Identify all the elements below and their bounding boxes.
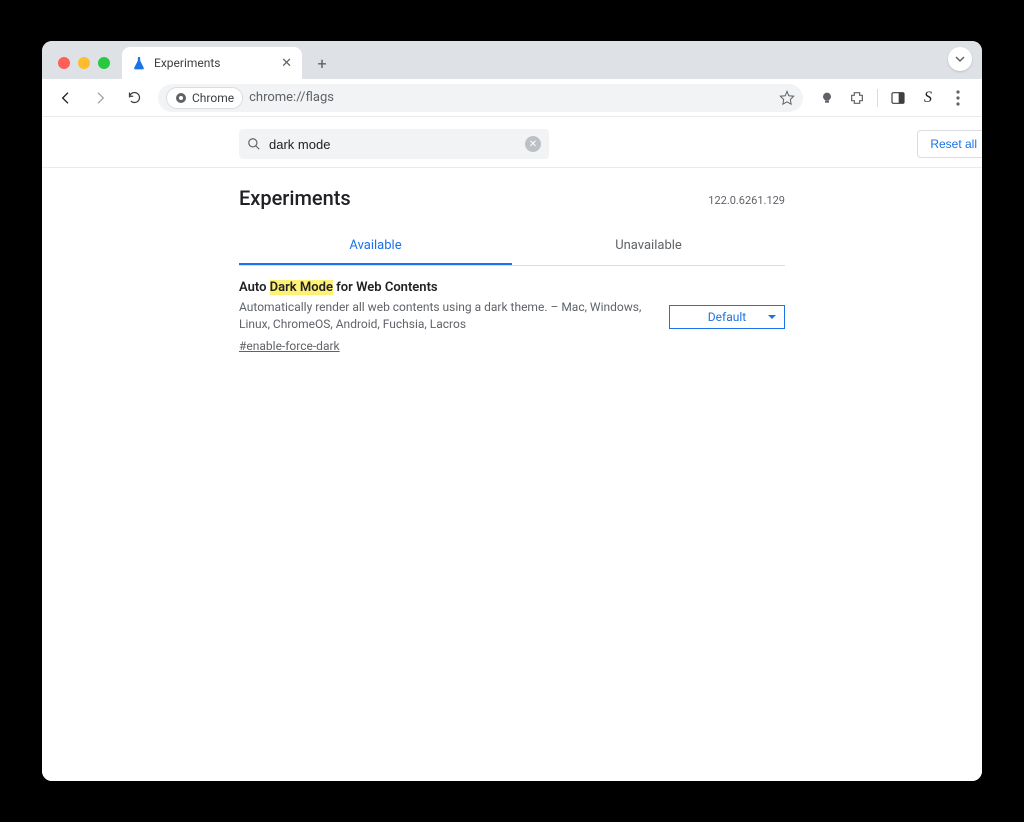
forward-button[interactable]	[86, 84, 114, 112]
bulb-icon[interactable]	[813, 84, 841, 112]
tab-available[interactable]: Available	[239, 228, 512, 265]
search-bar-region: ✕ Reset all	[42, 117, 982, 168]
main-region: 122.0.6261.129 Experiments Available Una…	[239, 186, 785, 368]
search-box[interactable]: ✕	[239, 129, 549, 159]
site-chip-label: Chrome	[192, 91, 234, 105]
experiment-control: Default	[669, 280, 785, 354]
search-input[interactable]	[269, 137, 517, 152]
tab-title: Experiments	[154, 56, 273, 70]
tab-strip: Experiments ✕ +	[42, 41, 982, 79]
experiment-hash-link[interactable]: #enable-force-dark	[239, 339, 340, 353]
browser-tab[interactable]: Experiments ✕	[122, 47, 302, 79]
page-title: Experiments	[239, 186, 785, 210]
browser-window: Experiments ✕ + Chrome chrome://flags	[42, 41, 982, 781]
extensions-icon[interactable]	[843, 84, 871, 112]
version-text: 122.0.6261.129	[708, 194, 785, 207]
kebab-menu-icon[interactable]	[944, 84, 972, 112]
reload-button[interactable]	[120, 84, 148, 112]
toolbar-right: S	[813, 84, 972, 112]
back-button[interactable]	[52, 84, 80, 112]
experiment-select[interactable]: Default	[669, 305, 785, 329]
minimize-window-button[interactable]	[78, 57, 90, 69]
separator	[877, 89, 878, 107]
highlight-text: Dark Mode	[270, 280, 333, 295]
flask-icon	[132, 56, 146, 70]
url-text: chrome://flags	[249, 90, 773, 105]
clear-search-button[interactable]: ✕	[525, 136, 541, 152]
chrome-icon	[175, 92, 187, 104]
site-chip[interactable]: Chrome	[166, 87, 243, 109]
bookmark-star-icon[interactable]	[779, 90, 795, 106]
search-icon	[247, 137, 261, 151]
side-panel-icon[interactable]	[884, 84, 912, 112]
header-row: 122.0.6261.129 Experiments	[239, 186, 785, 210]
page-content: ✕ Reset all 122.0.6261.129 Experiments A…	[42, 117, 982, 781]
profile-icon[interactable]: S	[914, 84, 942, 112]
experiment-title: Auto Dark Mode for Web Contents	[239, 280, 649, 295]
toolbar: Chrome chrome://flags S	[42, 79, 982, 117]
experiment-description: Automatically render all web contents us…	[239, 299, 649, 333]
reset-all-button[interactable]: Reset all	[917, 130, 982, 158]
experiment-select-value: Default	[708, 310, 746, 324]
experiment-info: Auto Dark Mode for Web Contents Automati…	[239, 280, 649, 354]
close-window-button[interactable]	[58, 57, 70, 69]
tab-unavailable[interactable]: Unavailable	[512, 228, 785, 265]
close-tab-button[interactable]: ✕	[281, 56, 292, 71]
maximize-window-button[interactable]	[98, 57, 110, 69]
traffic-lights	[52, 57, 116, 79]
address-bar[interactable]: Chrome chrome://flags	[158, 84, 803, 112]
tabs: Available Unavailable	[239, 228, 785, 266]
experiment-row: Auto Dark Mode for Web Contents Automati…	[239, 266, 785, 368]
new-tab-button[interactable]: +	[308, 49, 336, 77]
chevron-down-icon[interactable]	[948, 47, 972, 71]
